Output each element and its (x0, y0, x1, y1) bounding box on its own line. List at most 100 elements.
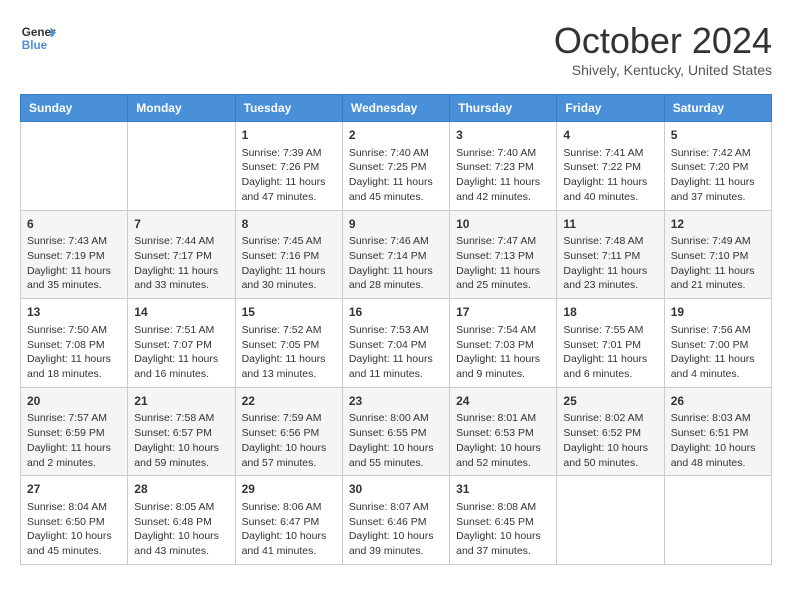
sunset-text: Sunset: 6:46 PM (349, 516, 427, 528)
sunrise-text: Sunrise: 7:56 AM (671, 324, 751, 336)
calendar-cell: 19Sunrise: 7:56 AMSunset: 7:00 PMDayligh… (664, 299, 771, 388)
sunset-text: Sunset: 7:07 PM (134, 339, 212, 351)
sunset-text: Sunset: 7:22 PM (563, 161, 641, 173)
daylight-text: Daylight: 11 hours and 18 minutes. (27, 353, 111, 380)
day-number: 20 (27, 393, 121, 410)
calendar-cell: 17Sunrise: 7:54 AMSunset: 7:03 PMDayligh… (450, 299, 557, 388)
sunrise-text: Sunrise: 8:01 AM (456, 412, 536, 424)
sunrise-text: Sunrise: 7:46 AM (349, 235, 429, 247)
day-number: 4 (563, 127, 657, 144)
day-number: 15 (242, 304, 336, 321)
sunset-text: Sunset: 6:57 PM (134, 427, 212, 439)
sunrise-text: Sunrise: 7:49 AM (671, 235, 751, 247)
calendar-header-row: SundayMondayTuesdayWednesdayThursdayFrid… (21, 95, 772, 122)
calendar-cell: 4Sunrise: 7:41 AMSunset: 7:22 PMDaylight… (557, 122, 664, 211)
sunset-text: Sunset: 7:14 PM (349, 250, 427, 262)
calendar-cell: 15Sunrise: 7:52 AMSunset: 7:05 PMDayligh… (235, 299, 342, 388)
sunset-text: Sunset: 6:52 PM (563, 427, 641, 439)
sunset-text: Sunset: 6:45 PM (456, 516, 534, 528)
sunrise-text: Sunrise: 7:47 AM (456, 235, 536, 247)
calendar-cell: 13Sunrise: 7:50 AMSunset: 7:08 PMDayligh… (21, 299, 128, 388)
calendar-cell: 22Sunrise: 7:59 AMSunset: 6:56 PMDayligh… (235, 387, 342, 476)
calendar-cell (664, 476, 771, 565)
sunrise-text: Sunrise: 8:05 AM (134, 501, 214, 513)
sunrise-text: Sunrise: 7:43 AM (27, 235, 107, 247)
sunrise-text: Sunrise: 7:54 AM (456, 324, 536, 336)
sunrise-text: Sunrise: 7:39 AM (242, 147, 322, 159)
sunrise-text: Sunrise: 8:03 AM (671, 412, 751, 424)
sunrise-text: Sunrise: 7:48 AM (563, 235, 643, 247)
sunset-text: Sunset: 7:11 PM (563, 250, 640, 262)
sunrise-text: Sunrise: 7:59 AM (242, 412, 322, 424)
daylight-text: Daylight: 10 hours and 37 minutes. (456, 530, 541, 557)
sunset-text: Sunset: 6:55 PM (349, 427, 427, 439)
day-number: 6 (27, 216, 121, 233)
daylight-text: Daylight: 11 hours and 2 minutes. (27, 442, 111, 469)
sunrise-text: Sunrise: 8:08 AM (456, 501, 536, 513)
sunrise-text: Sunrise: 8:06 AM (242, 501, 322, 513)
logo-icon: General Blue (20, 20, 56, 56)
day-number: 28 (134, 481, 228, 498)
calendar-cell: 25Sunrise: 8:02 AMSunset: 6:52 PMDayligh… (557, 387, 664, 476)
calendar-table: SundayMondayTuesdayWednesdayThursdayFrid… (20, 94, 772, 565)
calendar-header-thursday: Thursday (450, 95, 557, 122)
calendar-week-4: 20 Sunrise: 7:57 AM Sunset: 6:59 PM Dayligh… (21, 387, 772, 476)
calendar-header-friday: Friday (557, 95, 664, 122)
sunset-text: Sunset: 7:13 PM (456, 250, 534, 262)
sunrise-text: Sunrise: 7:45 AM (242, 235, 322, 247)
calendar-header-sunday: Sunday (21, 95, 128, 122)
sunrise-text: Sunrise: 7:42 AM (671, 147, 751, 159)
calendar-cell: 21Sunrise: 7:58 AMSunset: 6:57 PMDayligh… (128, 387, 235, 476)
sunset-text: Sunset: 7:05 PM (242, 339, 320, 351)
sunrise-text: Sunrise: 7:57 AM (27, 412, 107, 424)
daylight-text: Daylight: 11 hours and 4 minutes. (671, 353, 755, 380)
day-number: 23 (349, 393, 443, 410)
calendar-cell: 30Sunrise: 8:07 AMSunset: 6:46 PMDayligh… (342, 476, 449, 565)
calendar-header-wednesday: Wednesday (342, 95, 449, 122)
sunset-text: Sunset: 6:47 PM (242, 516, 320, 528)
sunrise-text: Sunrise: 8:07 AM (349, 501, 429, 513)
day-number: 5 (671, 127, 765, 144)
calendar-cell: 23Sunrise: 8:00 AMSunset: 6:55 PMDayligh… (342, 387, 449, 476)
sunset-text: Sunset: 7:01 PM (563, 339, 641, 351)
calendar-cell: 18Sunrise: 7:55 AMSunset: 7:01 PMDayligh… (557, 299, 664, 388)
day-number: 24 (456, 393, 550, 410)
daylight-text: Daylight: 11 hours and 37 minutes. (671, 176, 755, 203)
calendar-cell: 31Sunrise: 8:08 AMSunset: 6:45 PMDayligh… (450, 476, 557, 565)
calendar-week-5: 27Sunrise: 8:04 AMSunset: 6:50 PMDayligh… (21, 476, 772, 565)
daylight-text: Daylight: 11 hours and 45 minutes. (349, 176, 433, 203)
day-number: 9 (349, 216, 443, 233)
calendar-cell: 16Sunrise: 7:53 AMSunset: 7:04 PMDayligh… (342, 299, 449, 388)
calendar-cell: 5Sunrise: 7:42 AMSunset: 7:20 PMDaylight… (664, 122, 771, 211)
daylight-text: Daylight: 11 hours and 35 minutes. (27, 265, 111, 292)
calendar-week-2: 6 Sunrise: 7:43 AM Sunset: 7:19 PM Daylight… (21, 210, 772, 299)
sunset-text: Sunset: 6:50 PM (27, 516, 105, 528)
calendar-cell: 6 Sunrise: 7:43 AM Sunset: 7:19 PM Daylight… (21, 210, 128, 299)
sunrise-text: Sunrise: 7:50 AM (27, 324, 107, 336)
sunset-text: Sunset: 7:00 PM (671, 339, 749, 351)
daylight-text: Daylight: 11 hours and 30 minutes. (242, 265, 326, 292)
daylight-text: Daylight: 10 hours and 55 minutes. (349, 442, 434, 469)
sunset-text: Sunset: 7:19 PM (27, 250, 105, 262)
daylight-text: Daylight: 10 hours and 45 minutes. (27, 530, 112, 557)
calendar-cell: 8Sunrise: 7:45 AMSunset: 7:16 PMDaylight… (235, 210, 342, 299)
calendar-week-1: 1Sunrise: 7:39 AMSunset: 7:26 PMDaylight… (21, 122, 772, 211)
day-number: 21 (134, 393, 228, 410)
sunset-text: Sunset: 6:51 PM (671, 427, 749, 439)
sunrise-text: Sunrise: 7:41 AM (563, 147, 643, 159)
calendar-cell: 11Sunrise: 7:48 AMSunset: 7:11 PMDayligh… (557, 210, 664, 299)
sunset-text: Sunset: 7:17 PM (134, 250, 212, 262)
sunset-text: Sunset: 6:59 PM (27, 427, 105, 439)
sunrise-text: Sunrise: 7:40 AM (456, 147, 536, 159)
day-number: 12 (671, 216, 765, 233)
daylight-text: Daylight: 11 hours and 9 minutes. (456, 353, 540, 380)
calendar-week-3: 13Sunrise: 7:50 AMSunset: 7:08 PMDayligh… (21, 299, 772, 388)
daylight-text: Daylight: 10 hours and 57 minutes. (242, 442, 327, 469)
sunset-text: Sunset: 7:08 PM (27, 339, 105, 351)
sunrise-text: Sunrise: 7:52 AM (242, 324, 322, 336)
sunrise-text: Sunrise: 8:02 AM (563, 412, 643, 424)
day-number: 17 (456, 304, 550, 321)
calendar-cell: 2Sunrise: 7:40 AMSunset: 7:25 PMDaylight… (342, 122, 449, 211)
daylight-text: Daylight: 10 hours and 39 minutes. (349, 530, 434, 557)
daylight-text: Daylight: 11 hours and 47 minutes. (242, 176, 326, 203)
